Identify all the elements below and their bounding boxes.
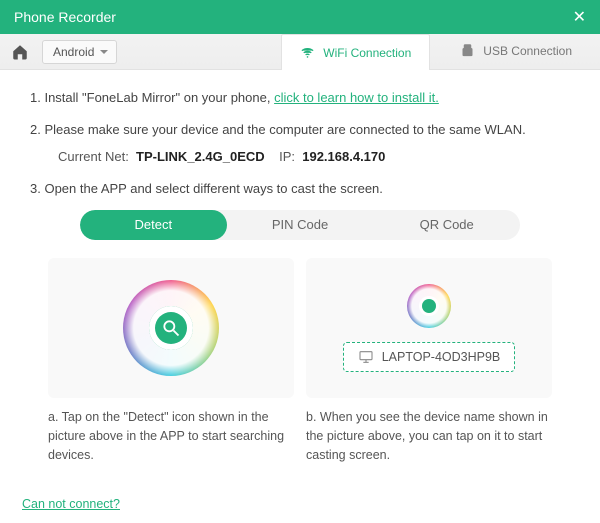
usb-icon xyxy=(460,43,475,58)
illustrations: LAPTOP-4OD3HP9B xyxy=(48,258,552,398)
detect-card xyxy=(48,258,294,398)
detect-ring-icon xyxy=(123,280,219,376)
method-tabs: Detect PIN Code QR Code xyxy=(80,210,520,240)
home-button[interactable] xyxy=(10,42,30,62)
tab-qr-code[interactable]: QR Code xyxy=(373,210,520,240)
magnifier-icon xyxy=(161,318,181,338)
window-title: Phone Recorder xyxy=(14,9,116,25)
tab-detect[interactable]: Detect xyxy=(80,210,227,240)
device-select[interactable]: Android xyxy=(42,40,117,64)
tab-pin-code[interactable]: PIN Code xyxy=(227,210,374,240)
tab-usb-connection[interactable]: USB Connection xyxy=(442,34,590,70)
close-icon[interactable]: ✕ xyxy=(573,7,586,27)
net-value: TP-LINK_2.4G_0ECD xyxy=(136,149,265,164)
ip-value: 192.168.4.170 xyxy=(302,149,385,164)
toolbar: Android WiFi Connection USB Connection xyxy=(0,34,600,70)
step-2: 2. Please make sure your device and the … xyxy=(30,120,570,140)
caption-a: a. Tap on the "Detect" icon shown in the… xyxy=(48,408,294,464)
step-3: 3. Open the APP and select different way… xyxy=(30,179,570,199)
device-select-label: Android xyxy=(53,45,94,59)
ip-label: IP: xyxy=(279,149,295,164)
net-label: Current Net: xyxy=(58,149,129,164)
install-help-link[interactable]: click to learn how to install it. xyxy=(274,90,439,105)
cannot-connect-link[interactable]: Can not connect? xyxy=(22,497,120,511)
footer: Can not connect? xyxy=(22,496,120,511)
device-card: LAPTOP-4OD3HP9B xyxy=(306,258,552,398)
tab-label: WiFi Connection xyxy=(323,46,411,60)
network-info: Current Net: TP-LINK_2.4G_0ECD IP: 192.1… xyxy=(30,147,570,167)
caption-b: b. When you see the device name shown in… xyxy=(306,408,552,464)
step-1: 1. Install "FoneLab Mirror" on your phon… xyxy=(30,88,570,108)
monitor-icon xyxy=(358,349,374,365)
search-button-icon xyxy=(149,306,193,350)
wifi-icon xyxy=(300,45,315,60)
device-ring-icon xyxy=(407,284,451,328)
titlebar: Phone Recorder ✕ xyxy=(0,0,600,34)
device-chip: LAPTOP-4OD3HP9B xyxy=(343,342,516,372)
tab-label: USB Connection xyxy=(483,44,572,58)
captions: a. Tap on the "Detect" icon shown in the… xyxy=(48,408,552,464)
content: 1. Install "FoneLab Mirror" on your phon… xyxy=(0,70,600,474)
home-icon xyxy=(11,43,29,61)
tab-wifi-connection[interactable]: WiFi Connection xyxy=(281,34,430,70)
instructions: 1. Install "FoneLab Mirror" on your phon… xyxy=(30,88,570,198)
device-name: LAPTOP-4OD3HP9B xyxy=(382,350,501,364)
